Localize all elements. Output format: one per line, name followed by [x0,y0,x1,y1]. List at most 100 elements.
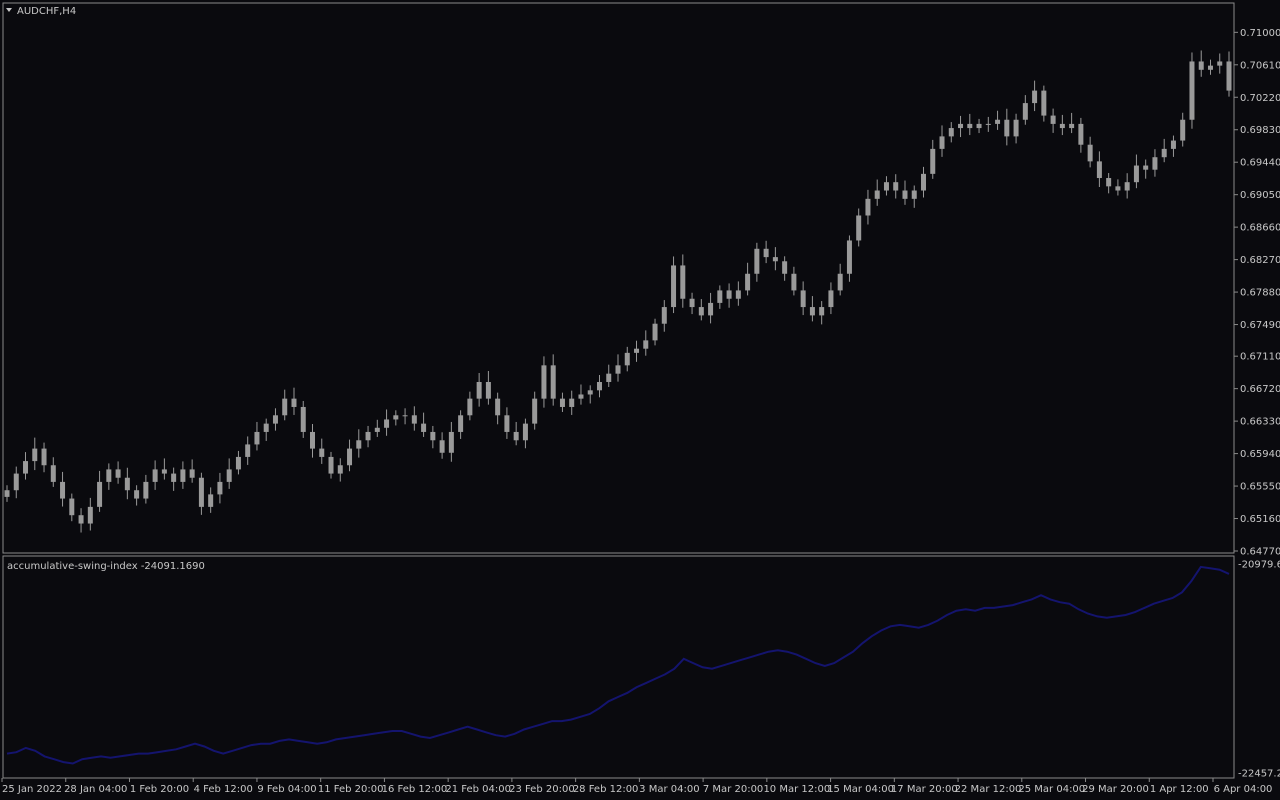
candle-body [411,415,417,424]
candle-body [902,190,908,199]
trading-chart[interactable]: AUDCHF,H4 accumulative-swing-index -2409… [0,0,1280,800]
candle [541,356,547,408]
candle [485,371,491,405]
candle-body [217,481,223,495]
time-tick-label: 25 Jan 2022 [2,784,62,795]
candle-body [1069,123,1075,129]
candle [198,472,204,515]
candle [374,419,380,437]
candle-body [698,307,704,316]
candle-body [50,465,56,482]
candle-body [69,498,75,516]
candle-body [23,461,29,474]
candle [1087,136,1093,168]
candle [1041,85,1047,122]
candle [235,450,241,475]
time-tick-label: 9 Feb 04:00 [257,784,316,795]
candle [32,437,38,471]
candle [606,364,612,387]
candle-body [504,415,510,432]
candle-body [1106,178,1112,187]
candle [189,459,195,483]
candle-body [939,136,945,149]
candle-body [41,448,47,466]
candle-body [1180,119,1186,141]
candle [13,466,19,499]
candle [1032,80,1038,112]
candle-body [800,290,806,308]
candle [41,442,47,473]
candle [337,458,343,482]
candle-body [689,298,695,308]
candle-body [1143,165,1149,170]
candle [291,387,297,415]
candle-body [1115,186,1121,191]
candle [698,299,704,321]
candle [143,474,149,504]
candle-body [430,431,436,441]
candle [1226,51,1232,97]
candle-body [458,415,464,432]
candle [504,407,510,439]
candle-body [1041,90,1047,116]
candle [1050,108,1056,133]
indicator-layer [6,565,1230,765]
candle [615,354,621,382]
candle-body [1198,61,1204,70]
candle [680,254,686,308]
candle-body [532,398,538,424]
candle-body [235,456,241,470]
candle-body [874,190,880,199]
candle [263,418,269,441]
candle [596,375,602,398]
candle-body [967,123,973,129]
candle [967,113,973,136]
candle [874,179,880,206]
candle [319,438,325,464]
candle [467,391,473,421]
candle-body [4,490,10,497]
candle-body [680,265,686,299]
candle [1161,138,1167,163]
price-tick-label: 0.69830 [1240,125,1280,136]
candle [883,176,889,196]
candle-body [356,440,362,449]
candle [347,439,353,472]
candle-body [384,419,390,428]
candle [1133,154,1139,189]
candle-body [263,423,269,432]
candle [106,463,112,490]
time-tick-label: 10 Mar 12:00 [763,784,830,795]
candle-body [1189,61,1195,120]
candle-body [115,469,121,478]
candle-body [208,494,214,507]
candle-body [1050,115,1056,124]
candle-body [1170,140,1176,149]
candles-layer [4,50,1232,533]
candle-body [87,506,93,524]
candle [1189,52,1195,129]
candle-body [374,427,380,432]
candle-body [726,290,732,299]
candle [393,410,399,426]
candle-body [856,215,862,241]
candle-body [911,190,917,199]
candle [208,487,214,513]
candle-body [1217,61,1223,66]
time-tick-label: 4 Feb 12:00 [194,784,253,795]
candle [310,423,315,458]
candle [495,392,501,425]
symbol-dropdown-icon[interactable] [6,8,12,12]
candle [671,256,677,314]
candle [439,432,445,459]
candle [754,242,760,282]
candle-body [337,465,343,474]
candle-body [152,469,158,482]
candle [930,139,936,179]
price-tick-label: 0.64770 [1240,547,1280,558]
candle-body [245,444,251,457]
candle [1152,149,1158,177]
candle [689,292,695,315]
candle [300,400,306,438]
candle [458,410,464,439]
